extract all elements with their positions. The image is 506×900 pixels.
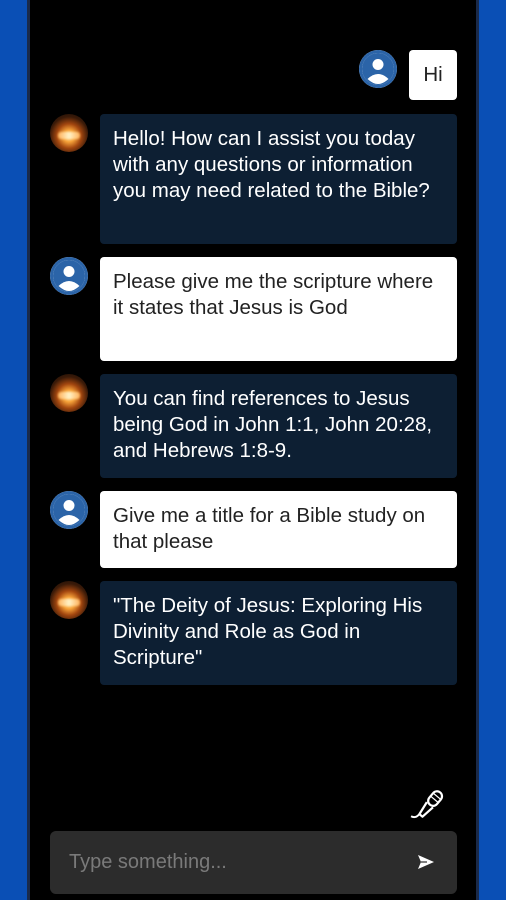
message-bubble-bot: "The Deity of Jesus: Exploring His Divin… [100,581,457,685]
message-bubble-user: Please give me the scripture where it st… [100,257,457,361]
message-bubble-user: Give me a title for a Bible study on tha… [100,491,457,568]
send-button[interactable] [417,853,435,871]
microphone-icon [410,790,444,819]
message-input-placeholder[interactable]: Type something... [69,831,227,894]
user-avatar-icon [53,494,85,526]
user-avatar-icon [362,53,394,85]
user-avatar [50,257,88,295]
message-input-bar[interactable]: Type something... [50,831,457,894]
frame-edge-right [476,0,479,900]
message-bubble-bot: Hello! How can I assist you today with a… [100,114,457,244]
candle-glow [58,132,80,139]
candle-glow [58,599,80,606]
send-icon [418,855,434,869]
user-avatar [50,491,88,529]
bot-avatar [50,374,88,412]
microphone-button[interactable] [407,786,449,828]
user-avatar [359,50,397,88]
candle-glow [58,392,80,399]
bot-avatar [50,114,88,152]
message-bubble-user: Hi [409,50,457,100]
message-bubble-bot: You can find references to Jesus being G… [100,374,457,478]
frame-edge-left [27,0,30,900]
bot-avatar [50,581,88,619]
user-avatar-icon [53,260,85,292]
